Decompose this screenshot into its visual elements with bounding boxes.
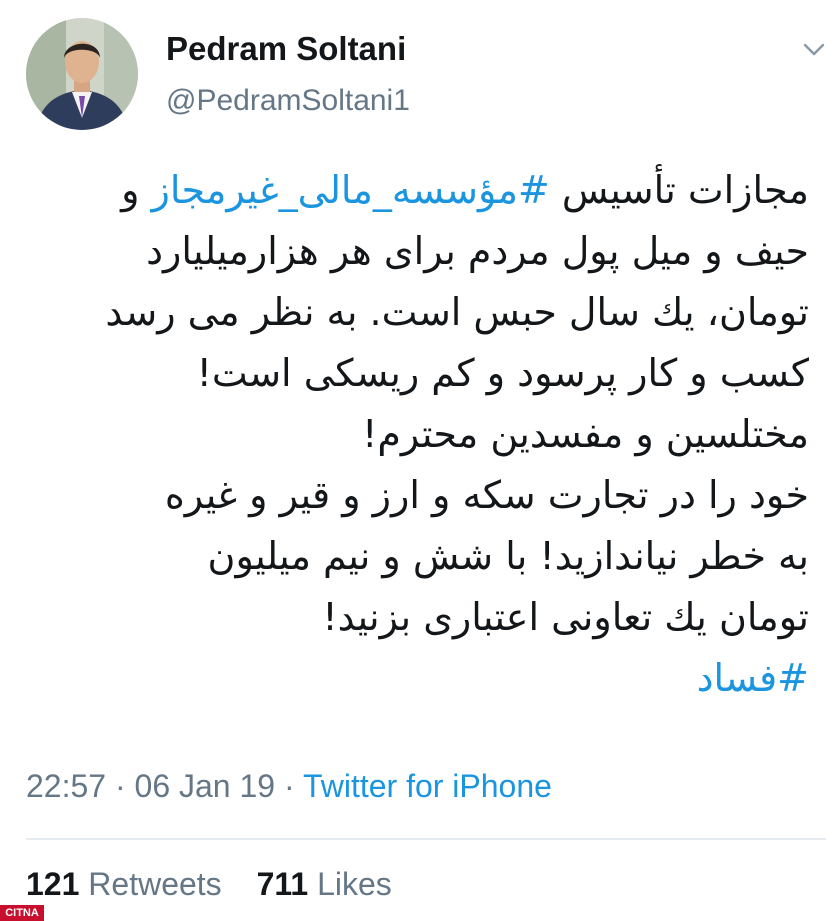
tweet-line: کسب و کار پرسود و کم ریسکی است! — [196, 351, 809, 395]
profile-photo-icon — [26, 18, 138, 130]
retweets-count: 121 — [26, 866, 80, 902]
hashtag-link[interactable]: #فساد — [19, 648, 809, 709]
tweet-metadata: 22:57 · 06 Jan 19 · Twitter for iPhone — [26, 768, 552, 805]
retweets-label: Retweets — [88, 866, 222, 902]
user-handle[interactable]: @PedramSoltani1 — [166, 84, 410, 118]
display-name[interactable]: Pedram Soltani — [166, 30, 406, 68]
tweet-line: تومان، یك سال حبس است. به نظر می رسد — [105, 290, 809, 334]
likes-label: Likes — [317, 866, 392, 902]
likes-count: 711 — [256, 866, 309, 902]
meta-separator: · — [114, 768, 126, 804]
divider — [26, 838, 826, 840]
chevron-down-icon[interactable] — [801, 36, 827, 62]
tweet-line: حیف و میل پول مردم برای هر هزارمیلیارد — [146, 229, 809, 273]
avatar[interactable] — [26, 18, 138, 130]
tweet-text-fragment: و — [121, 168, 152, 212]
tweet-time[interactable]: 22:57 — [26, 768, 106, 804]
tweet-line: مختلسین و مفسدین محترم! — [362, 412, 809, 456]
tweet-date[interactable]: 06 Jan 19 — [135, 768, 276, 804]
likes-stat[interactable]: 711 Likes — [257, 866, 392, 902]
tweet-line: خود را در تجارت سکه و ارز و قیر و غیره — [164, 473, 809, 517]
meta-separator: · — [283, 768, 295, 804]
tweet-source-link[interactable]: Twitter for iPhone — [303, 768, 552, 804]
tweet-card: Pedram Soltani @PedramSoltani1 مجازات تأ… — [0, 0, 835, 921]
tweet-line: مجازات تأسیس #مؤسسه_مالی_غیرمجاز و — [19, 160, 809, 221]
watermark-logo: CITNA — [0, 905, 44, 921]
hashtag-link[interactable]: #مؤسسه_مالی_غیرمجاز — [152, 168, 550, 212]
tweet-line: تومان یك تعاونی اعتباری بزنید! — [322, 595, 809, 639]
tweet-text-fragment: مجازات تأسیس — [549, 168, 809, 212]
retweets-stat[interactable]: 121 Retweets — [26, 866, 222, 902]
tweet-line: به خطر نیاندازید! با شش و نیم میلیون — [207, 534, 809, 578]
tweet-text: مجازات تأسیس #مؤسسه_مالی_غیرمجاز و حیف و… — [19, 160, 809, 709]
engagement-stats: 121 Retweets 711 Likes — [26, 866, 418, 903]
